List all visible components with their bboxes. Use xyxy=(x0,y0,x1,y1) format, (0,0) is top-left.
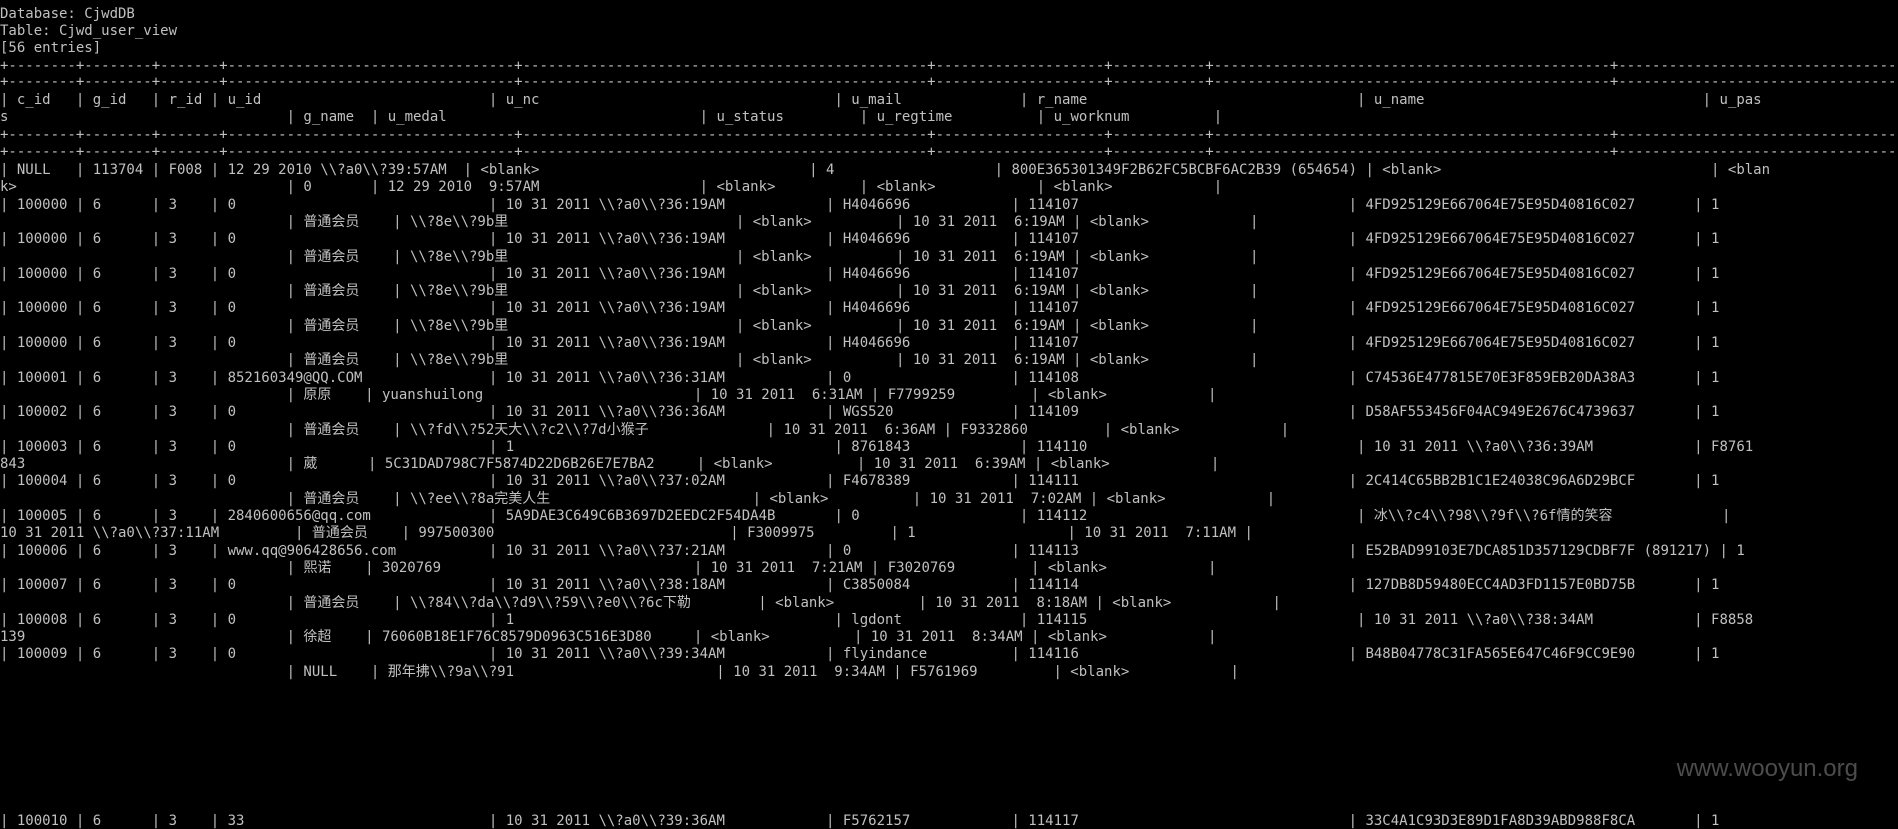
terminal-window: Database: CjwdDB Table: Cjwd_user_view [… xyxy=(0,0,1898,829)
partial-row: | 100010 | 6 | 3 | 33 | 10 31 2011 \\?a0… xyxy=(0,813,1720,829)
row-line-wrap: | NULL | 那年拂\\?9a\\?91 | 10 31 2011 9:34… xyxy=(0,663,1239,680)
watermark: www.wooyun.org xyxy=(1676,755,1858,782)
